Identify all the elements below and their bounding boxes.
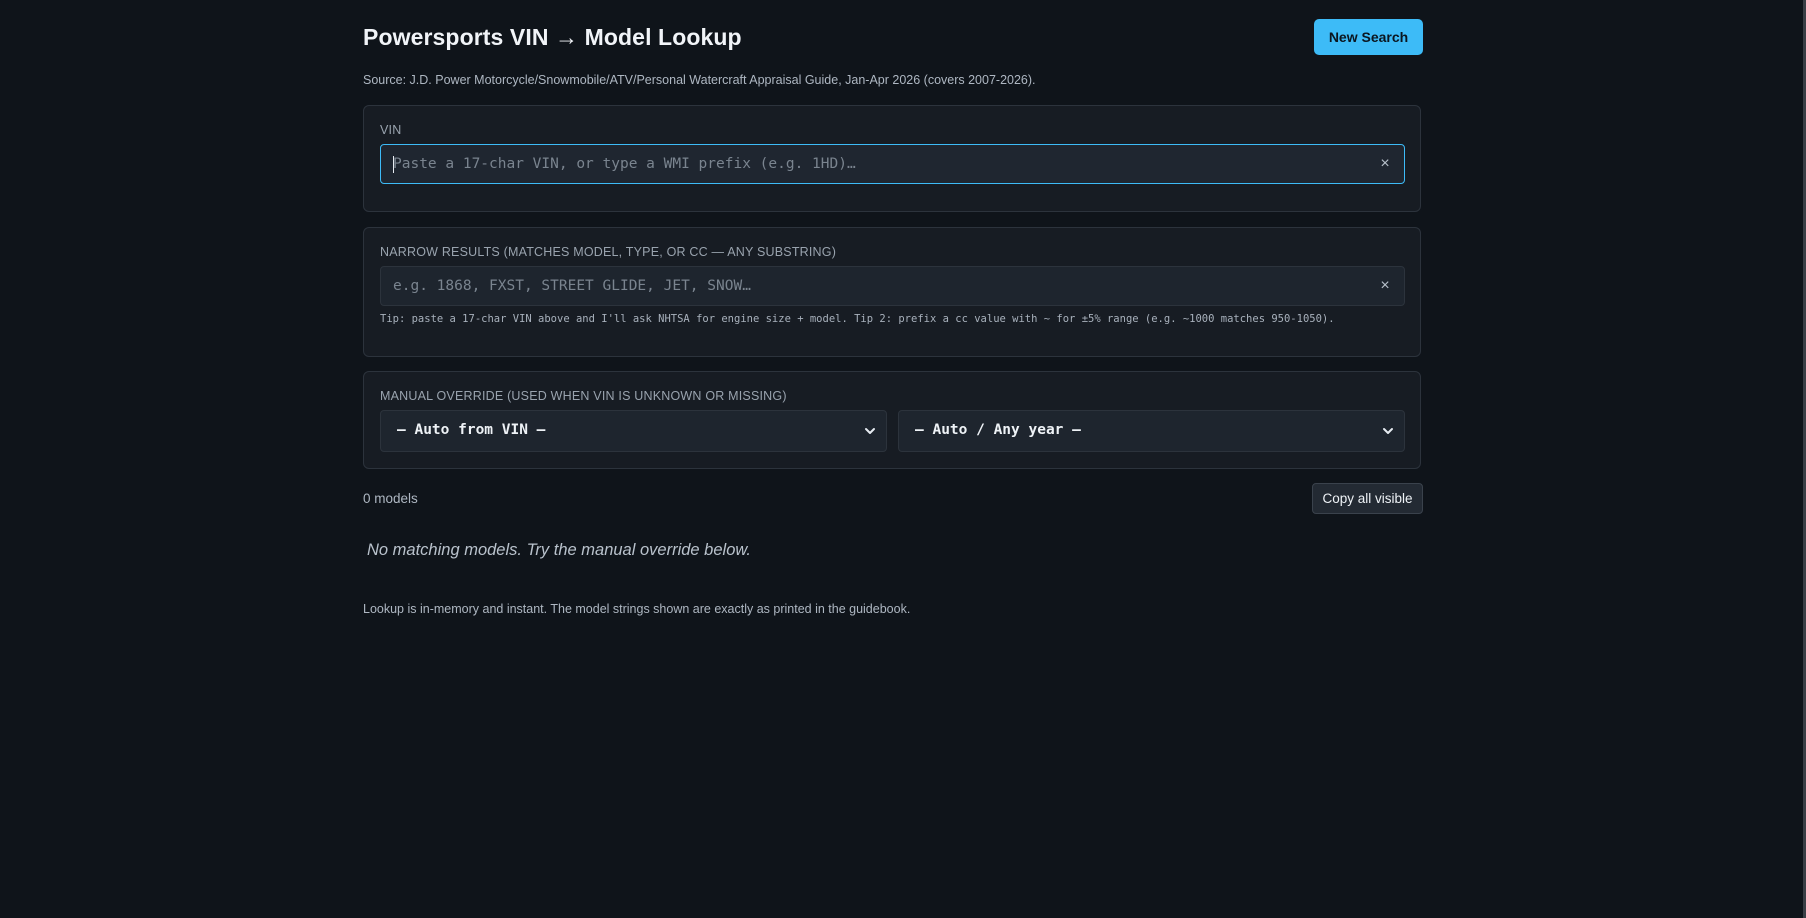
vin-input[interactable] bbox=[393, 145, 1353, 183]
vin-panel: VIN × bbox=[363, 105, 1421, 212]
vin-field[interactable]: × bbox=[380, 144, 1405, 184]
narrow-clear-icon[interactable]: × bbox=[1376, 277, 1394, 295]
year-select-value: – Auto / Any year – bbox=[915, 422, 1081, 438]
narrow-panel: NARROW RESULTS (MATCHES MODEL, TYPE, OR … bbox=[363, 227, 1421, 357]
make-select[interactable]: – Auto from VIN – bbox=[380, 410, 887, 452]
model-count: 0 models bbox=[363, 491, 418, 506]
narrow-label: NARROW RESULTS (MATCHES MODEL, TYPE, OR … bbox=[380, 245, 837, 259]
lookup-page: Powersports VIN → Model Lookup New Searc… bbox=[363, 0, 1423, 616]
page-title: Powersports VIN → Model Lookup bbox=[363, 24, 742, 50]
new-search-button[interactable]: New Search bbox=[1314, 19, 1423, 55]
footer-note: Lookup is in-memory and instant. The mod… bbox=[363, 602, 911, 616]
empty-results-message: No matching models. Try the manual overr… bbox=[367, 541, 751, 559]
source-note: Source: J.D. Power Motorcycle/Snowmobile… bbox=[363, 73, 1036, 87]
app-viewport: Powersports VIN → Model Lookup New Searc… bbox=[0, 0, 1806, 918]
vin-label: VIN bbox=[380, 123, 402, 137]
tip-text: Tip: paste a 17-char VIN above and I'll … bbox=[380, 313, 1335, 325]
narrow-field[interactable]: × bbox=[380, 266, 1405, 306]
narrow-input[interactable] bbox=[393, 267, 1353, 305]
year-select[interactable]: – Auto / Any year – bbox=[898, 410, 1405, 452]
make-select-value: – Auto from VIN – bbox=[397, 422, 546, 438]
manual-override-panel: MANUAL OVERRIDE (USED WHEN VIN IS UNKNOW… bbox=[363, 371, 1421, 469]
page-header: Powersports VIN → Model Lookup New Searc… bbox=[363, 0, 1423, 78]
chevron-down-icon bbox=[1383, 428, 1393, 434]
vin-clear-icon[interactable]: × bbox=[1376, 155, 1394, 173]
manual-override-label: MANUAL OVERRIDE (USED WHEN VIN IS UNKNOW… bbox=[380, 389, 787, 403]
copy-all-visible-button[interactable]: Copy all visible bbox=[1312, 483, 1423, 514]
chevron-down-icon bbox=[865, 428, 875, 434]
